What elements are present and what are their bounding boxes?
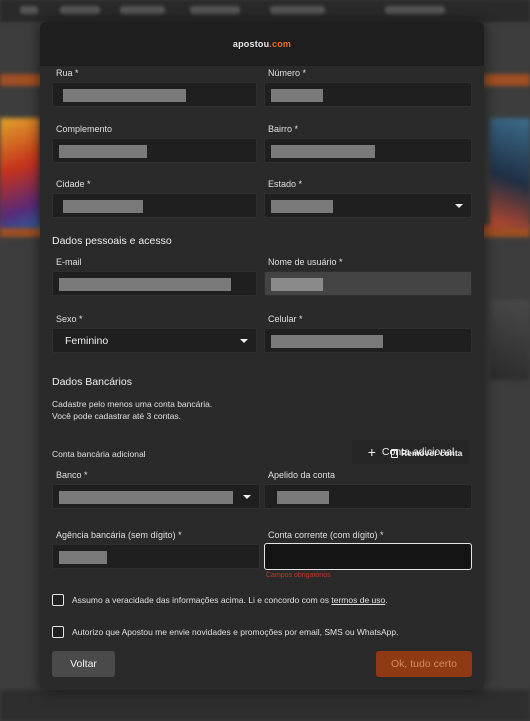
state-select[interactable] bbox=[264, 193, 472, 218]
bank-hint-line2: Você pode cadastrar até 3 contas. bbox=[52, 411, 182, 421]
remove-account-label: Remover conta bbox=[401, 448, 463, 458]
background-game-card bbox=[490, 118, 530, 228]
modal-header: apostou.com bbox=[40, 22, 484, 66]
marketing-checkbox[interactable] bbox=[52, 626, 64, 638]
phone-input[interactable] bbox=[264, 328, 472, 353]
background-topbar bbox=[0, 0, 530, 22]
agency-label: Agência bancária (sem dígito) * bbox=[56, 530, 182, 540]
redacted-value bbox=[271, 335, 383, 348]
chevron-down-icon bbox=[240, 339, 248, 343]
redacted-value bbox=[63, 200, 143, 213]
account-input[interactable] bbox=[264, 543, 472, 570]
account-label: Conta corrente (com dígito) * bbox=[268, 530, 384, 540]
brand-logo: apostou.com bbox=[232, 39, 292, 49]
complement-label: Complemento bbox=[56, 124, 113, 134]
required-error: Campos obrigatórios bbox=[266, 572, 331, 579]
bank-select[interactable] bbox=[52, 484, 260, 509]
remove-account-button[interactable]: Remover conta bbox=[391, 448, 462, 458]
number-label: Número * bbox=[268, 68, 307, 78]
nickname-label: Apelido da conta bbox=[268, 470, 336, 480]
redacted-value bbox=[63, 89, 186, 102]
personal-section-title: Dados pessoais e acesso bbox=[52, 235, 172, 247]
sex-label: Sexo * bbox=[56, 314, 83, 324]
district-label: Bairro * bbox=[268, 124, 299, 134]
nickname-input[interactable] bbox=[264, 484, 472, 509]
trash-icon bbox=[391, 448, 398, 458]
redacted-value bbox=[59, 551, 107, 564]
redacted-value bbox=[59, 278, 231, 291]
phone-label: Celular * bbox=[268, 314, 303, 324]
marketing-consent[interactable]: Autorizo que Apostou me envie novidades … bbox=[52, 626, 399, 638]
bank-hint-line1: Cadastre pelo menos uma conta bancária. bbox=[52, 399, 213, 409]
redacted-value bbox=[271, 145, 375, 158]
redacted-value bbox=[277, 491, 329, 504]
marketing-text: Autorizo que Apostou me envie novidades … bbox=[72, 627, 399, 637]
username-input bbox=[264, 271, 472, 296]
email-label: E-mail bbox=[56, 257, 82, 267]
chevron-down-icon bbox=[455, 204, 463, 208]
sex-select[interactable]: Feminino bbox=[52, 328, 257, 353]
sex-value: Feminino bbox=[65, 335, 109, 347]
complement-input[interactable] bbox=[52, 138, 257, 163]
additional-account-title: Conta bancária adicional bbox=[52, 449, 146, 459]
city-input[interactable] bbox=[52, 193, 257, 218]
agency-input[interactable] bbox=[52, 544, 260, 569]
district-input[interactable] bbox=[264, 138, 472, 163]
redacted-value bbox=[59, 145, 147, 158]
redacted-value bbox=[271, 278, 323, 291]
redacted-value bbox=[271, 200, 333, 213]
street-label: Rua * bbox=[56, 68, 79, 78]
city-label: Cidade * bbox=[56, 179, 91, 189]
number-input[interactable] bbox=[264, 82, 472, 107]
bank-section-title: Dados Bancários bbox=[52, 376, 132, 388]
background-game-card bbox=[490, 300, 530, 380]
redacted-value bbox=[59, 491, 233, 504]
registration-modal: apostou.com Rua * Número * Complemento B… bbox=[40, 22, 484, 690]
plus-icon: + bbox=[367, 444, 376, 460]
redacted-value bbox=[271, 89, 323, 102]
street-input[interactable] bbox=[52, 82, 257, 107]
terms-checkbox[interactable] bbox=[52, 594, 64, 606]
state-label: Estado * bbox=[268, 179, 303, 189]
registration-form: Rua * Número * Complemento Bairro * Cida… bbox=[40, 66, 484, 690]
submit-button[interactable]: Ok, tudo certo bbox=[376, 651, 472, 677]
back-button[interactable]: Voltar bbox=[52, 651, 115, 677]
bank-label: Banco * bbox=[56, 470, 88, 480]
background-footer bbox=[0, 690, 530, 721]
email-input[interactable] bbox=[52, 271, 257, 296]
terms-consent[interactable]: Assumo a veracidade das informações acim… bbox=[52, 594, 388, 606]
chevron-down-icon bbox=[243, 495, 251, 499]
terms-link[interactable]: termos de uso bbox=[331, 595, 385, 605]
terms-text: Assumo a veracidade das informações acim… bbox=[72, 595, 388, 605]
background-game-card bbox=[0, 118, 40, 228]
username-label: Nome de usuário * bbox=[268, 257, 343, 267]
